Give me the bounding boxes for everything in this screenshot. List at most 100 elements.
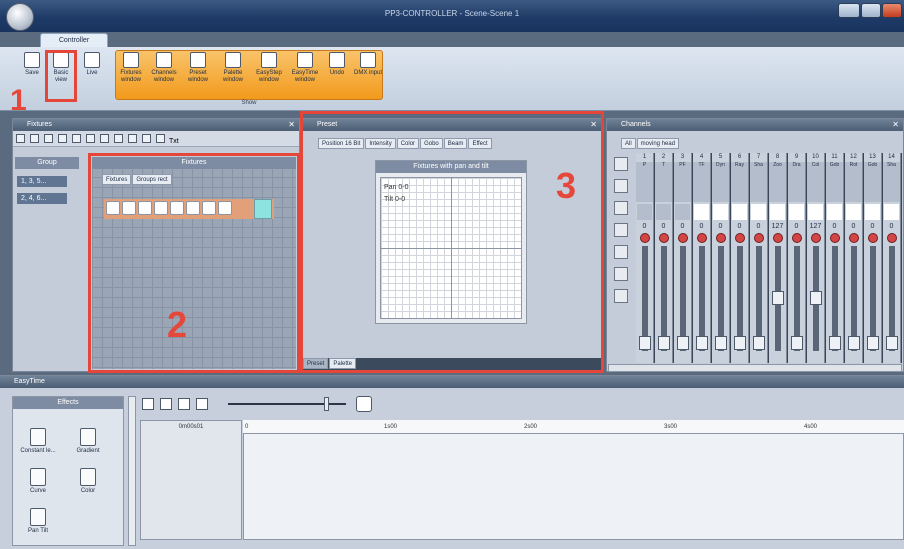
fixtures-close-icon[interactable]: ✕ <box>288 119 295 131</box>
power-icon[interactable] <box>614 179 628 193</box>
channel-fader-thumb[interactable] <box>676 336 689 350</box>
channel-fader-thumb[interactable] <box>809 291 822 306</box>
tab-controller[interactable]: Controller <box>40 33 108 48</box>
channel-knob-icon[interactable] <box>791 233 802 243</box>
channel-fader[interactable] <box>828 246 841 351</box>
channel-fader-thumb[interactable] <box>771 291 784 306</box>
maximize-button[interactable] <box>861 3 881 18</box>
channel-swatch[interactable] <box>713 204 728 220</box>
effect-color[interactable]: Color <box>66 468 110 494</box>
channel-knob-icon[interactable] <box>848 233 859 243</box>
palette-window-button[interactable]: Palette window <box>218 52 248 96</box>
channel-swatch[interactable] <box>732 204 747 220</box>
channel-swatch[interactable] <box>770 204 785 220</box>
channel-fader-thumb[interactable] <box>885 336 898 350</box>
zoom-in-icon[interactable] <box>100 134 109 143</box>
channel-tool-icon[interactable] <box>614 289 628 303</box>
channel-fader[interactable] <box>809 246 822 351</box>
zoom-out-icon[interactable] <box>114 134 123 143</box>
channel-tool-icon[interactable] <box>614 223 628 237</box>
channel-swatch[interactable] <box>637 204 652 220</box>
channel-knob-icon[interactable] <box>772 233 783 243</box>
minimize-button[interactable] <box>838 3 860 18</box>
txt-toggle[interactable]: Txt <box>169 138 179 145</box>
channel-knob-icon[interactable] <box>677 233 688 243</box>
channel-fader[interactable] <box>676 246 689 351</box>
zoom-slider-thumb[interactable] <box>324 397 329 411</box>
channel-fader[interactable] <box>790 246 803 351</box>
channel-knob-icon[interactable] <box>810 233 821 243</box>
timeline-icon[interactable] <box>196 398 208 410</box>
channel-fader-thumb[interactable] <box>790 336 803 350</box>
channel-swatch[interactable] <box>827 204 842 220</box>
channel-fader[interactable] <box>752 246 765 351</box>
channel-knob-icon[interactable] <box>829 233 840 243</box>
channels-scrollbar[interactable] <box>608 364 902 372</box>
channel-fader[interactable] <box>638 246 651 351</box>
effect-constant[interactable]: Constant le... <box>16 428 60 454</box>
group-item[interactable]: 1, 3, 5... <box>17 176 67 187</box>
channel-fader[interactable] <box>714 246 727 351</box>
grid-large-icon[interactable] <box>142 134 151 143</box>
channel-fader-thumb[interactable] <box>695 336 708 350</box>
effect-gradient[interactable]: Gradient <box>66 428 110 454</box>
channel-knob-icon[interactable] <box>658 233 669 243</box>
channel-tool-icon[interactable] <box>614 201 628 215</box>
channel-knob-icon[interactable] <box>639 233 650 243</box>
channel-swatch[interactable] <box>884 204 899 220</box>
channel-swatch[interactable] <box>789 204 804 220</box>
channel-fader-thumb[interactable] <box>714 336 727 350</box>
channel-fader[interactable] <box>885 246 898 351</box>
delete-icon[interactable] <box>86 134 95 143</box>
effect-pan-tilt[interactable]: Pan Tilt <box>16 508 60 534</box>
paste-icon[interactable] <box>72 134 81 143</box>
channel-fader-thumb[interactable] <box>638 336 651 350</box>
magnet-icon[interactable] <box>356 396 372 412</box>
play-icon[interactable] <box>142 398 154 410</box>
easytime-window-button[interactable]: EasyTime window <box>289 52 321 96</box>
channel-knob-icon[interactable] <box>734 233 745 243</box>
grid-small-icon[interactable] <box>128 134 137 143</box>
timeline-area[interactable] <box>243 420 904 540</box>
channel-tool-icon[interactable] <box>614 267 628 281</box>
channel-knob-icon[interactable] <box>867 233 878 243</box>
channel-fader-thumb[interactable] <box>866 336 879 350</box>
channel-fader[interactable] <box>657 246 670 351</box>
channel-knob-icon[interactable] <box>753 233 764 243</box>
dmx-input-button[interactable]: DMX input <box>354 52 382 96</box>
group-icon[interactable] <box>44 134 53 143</box>
group-item[interactable]: 2, 4, 6... <box>17 193 67 204</box>
tab-moving-head[interactable]: moving head <box>636 138 680 149</box>
channel-fader-thumb[interactable] <box>657 336 670 350</box>
channel-fader[interactable] <box>866 246 879 351</box>
channel-fader-thumb[interactable] <box>752 336 765 350</box>
fixtures-window-button[interactable]: Fixtures window <box>116 52 146 96</box>
channel-swatch[interactable] <box>675 204 690 220</box>
close-button[interactable] <box>882 3 902 18</box>
channel-tool-icon[interactable] <box>614 245 628 259</box>
move-icon[interactable] <box>16 134 25 143</box>
channel-swatch[interactable] <box>846 204 861 220</box>
channel-fader[interactable] <box>771 246 784 351</box>
layout-icon[interactable] <box>156 134 165 143</box>
channel-knob-icon[interactable] <box>886 233 897 243</box>
channel-fader-thumb[interactable] <box>828 336 841 350</box>
easystep-window-button[interactable]: EasyStep window <box>253 52 285 96</box>
channels-close-icon[interactable]: ✕ <box>892 119 899 131</box>
live-button[interactable]: Live <box>80 52 104 96</box>
tab-all[interactable]: All <box>621 138 636 149</box>
channel-knob-icon[interactable] <box>696 233 707 243</box>
copy-icon[interactable] <box>58 134 67 143</box>
channel-fader[interactable] <box>695 246 708 351</box>
record-time-icon[interactable] <box>178 398 190 410</box>
channel-swatch[interactable] <box>808 204 823 220</box>
effect-curve[interactable]: Curve <box>16 468 60 494</box>
record-icon[interactable] <box>614 157 628 171</box>
channel-swatch[interactable] <box>865 204 880 220</box>
channel-fader[interactable] <box>847 246 860 351</box>
channel-knob-icon[interactable] <box>715 233 726 243</box>
channel-fader-thumb[interactable] <box>733 336 746 350</box>
fixture-icon[interactable] <box>30 134 39 143</box>
channel-swatch[interactable] <box>751 204 766 220</box>
channel-swatch[interactable] <box>656 204 671 220</box>
